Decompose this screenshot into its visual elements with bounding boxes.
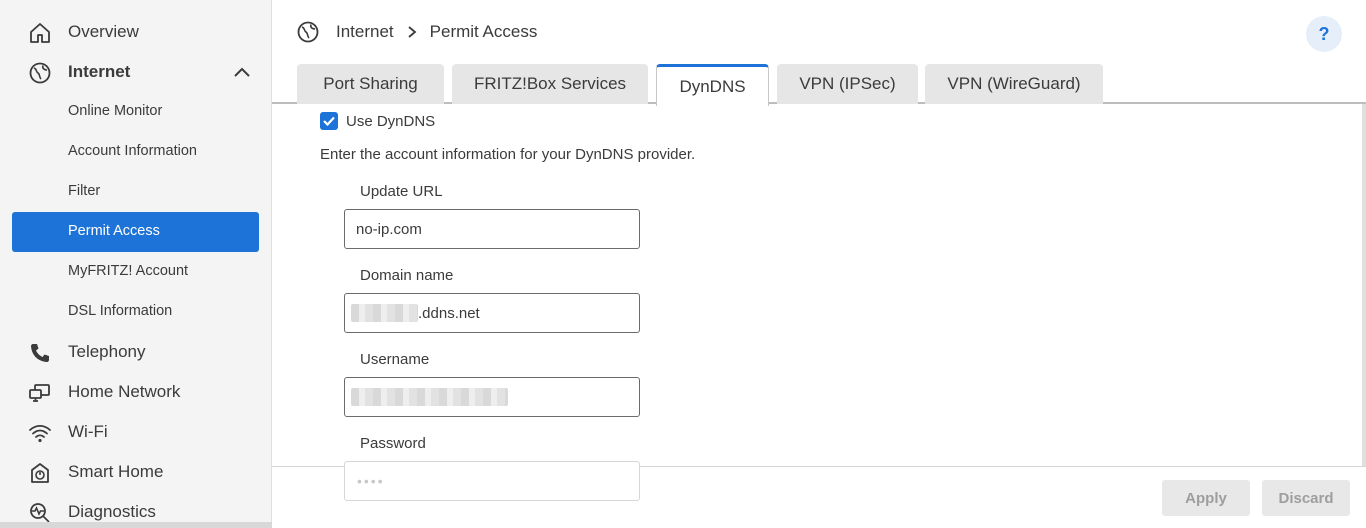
password-input[interactable]: •••• <box>344 461 640 501</box>
nav-overview-label: Overview <box>68 22 139 41</box>
sidebar-item-account-information[interactable]: Account Information <box>12 132 259 172</box>
username-label: Username <box>360 351 430 368</box>
update-url-input[interactable]: no-ip.com <box>344 209 640 249</box>
sidebar-item-filter[interactable]: Filter <box>12 172 259 212</box>
phone-icon <box>31 344 49 362</box>
apply-button[interactable]: Apply <box>1162 480 1250 516</box>
sidebar-item-label: Online Monitor <box>68 103 163 119</box>
nav-telephony[interactable]: Telephony <box>0 332 272 372</box>
content-scrollbar[interactable] <box>1362 104 1366 466</box>
nav-smart-home-label: Smart Home <box>68 462 164 481</box>
nav-telephony-label: Telephony <box>68 342 146 361</box>
redacted-text <box>351 304 418 322</box>
password-label: Password <box>360 435 426 452</box>
discard-button[interactable]: Discard <box>1262 480 1350 516</box>
tab-vpn-wireguard[interactable]: VPN (WireGuard) <box>925 64 1103 104</box>
sidebar-item-permit-access[interactable]: Permit Access <box>12 212 259 252</box>
wifi-icon <box>29 424 51 443</box>
nav-home-network[interactable]: Home Network <box>0 372 272 412</box>
domain-name-label: Domain name <box>360 267 454 284</box>
nav-wifi-label: Wi-Fi <box>68 422 108 441</box>
redacted-text <box>351 388 508 406</box>
tab-bar: Port Sharing FRITZ!Box Services DynDNS V… <box>272 64 1366 106</box>
tab-dyndns[interactable]: DynDNS <box>656 64 769 106</box>
tab-vpn-ipsec[interactable]: VPN (IPSec) <box>777 64 918 104</box>
breadcrumb: Internet Permit Access <box>296 20 537 44</box>
use-dyndns-checkbox-row[interactable]: Use DynDNS <box>320 112 435 130</box>
nav-smart-home[interactable]: Smart Home <box>0 452 272 492</box>
dyndns-panel: Use DynDNS Enter the account information… <box>272 104 1366 466</box>
nav-internet-label: Internet <box>68 62 131 81</box>
nav-wifi[interactable]: Wi-Fi <box>0 412 272 452</box>
tab-fritzbox-services[interactable]: FRITZ!Box Services <box>452 64 648 104</box>
dyndns-intro-text: Enter the account information for your D… <box>320 146 696 163</box>
smart-home-icon <box>31 463 49 483</box>
sidebar-item-dsl-information[interactable]: DSL Information <box>12 292 259 332</box>
nav-diagnostics-label: Diagnostics <box>68 502 156 521</box>
username-input[interactable] <box>344 377 640 417</box>
nav-internet[interactable]: Internet <box>0 52 272 92</box>
globe-icon <box>29 62 51 84</box>
chevron-right-icon <box>408 26 417 38</box>
breadcrumb-current: Permit Access <box>429 22 538 41</box>
update-url-label: Update URL <box>360 183 443 200</box>
tab-port-sharing[interactable]: Port Sharing <box>297 64 444 104</box>
sidebar-item-online-monitor[interactable]: Online Monitor <box>12 92 259 132</box>
sidebar-scrollbar[interactable] <box>0 522 272 528</box>
use-dyndns-label: Use DynDNS <box>346 112 436 130</box>
domain-name-input[interactable]: .ddns.net <box>344 293 640 333</box>
domain-suffix: .ddns.net <box>418 304 480 322</box>
nav-overview[interactable]: Overview <box>0 12 272 52</box>
sidebar-item-label: DSL Information <box>68 303 173 319</box>
breadcrumb-parent[interactable]: Internet <box>336 22 394 42</box>
sidebar-item-label: Permit Access <box>68 223 160 239</box>
sidebar-item-label: MyFRITZ! Account <box>68 263 189 279</box>
use-dyndns-checkbox[interactable] <box>320 112 338 130</box>
globe-icon <box>297 21 319 43</box>
sidebar-item-myfritz-account[interactable]: MyFRITZ! Account <box>12 252 259 292</box>
network-icon <box>29 384 50 402</box>
sidebar-item-label: Filter <box>68 183 101 199</box>
help-button[interactable]: ? <box>1306 16 1342 52</box>
sidebar-item-label: Account Information <box>68 143 197 159</box>
sidebar: Overview Internet Online Monitor Account… <box>0 0 272 528</box>
home-icon <box>30 23 50 43</box>
nav-home-network-label: Home Network <box>68 382 181 401</box>
update-url-value: no-ip.com <box>356 220 422 238</box>
checkmark-icon <box>323 116 335 127</box>
chevron-up-icon[interactable] <box>232 64 252 80</box>
